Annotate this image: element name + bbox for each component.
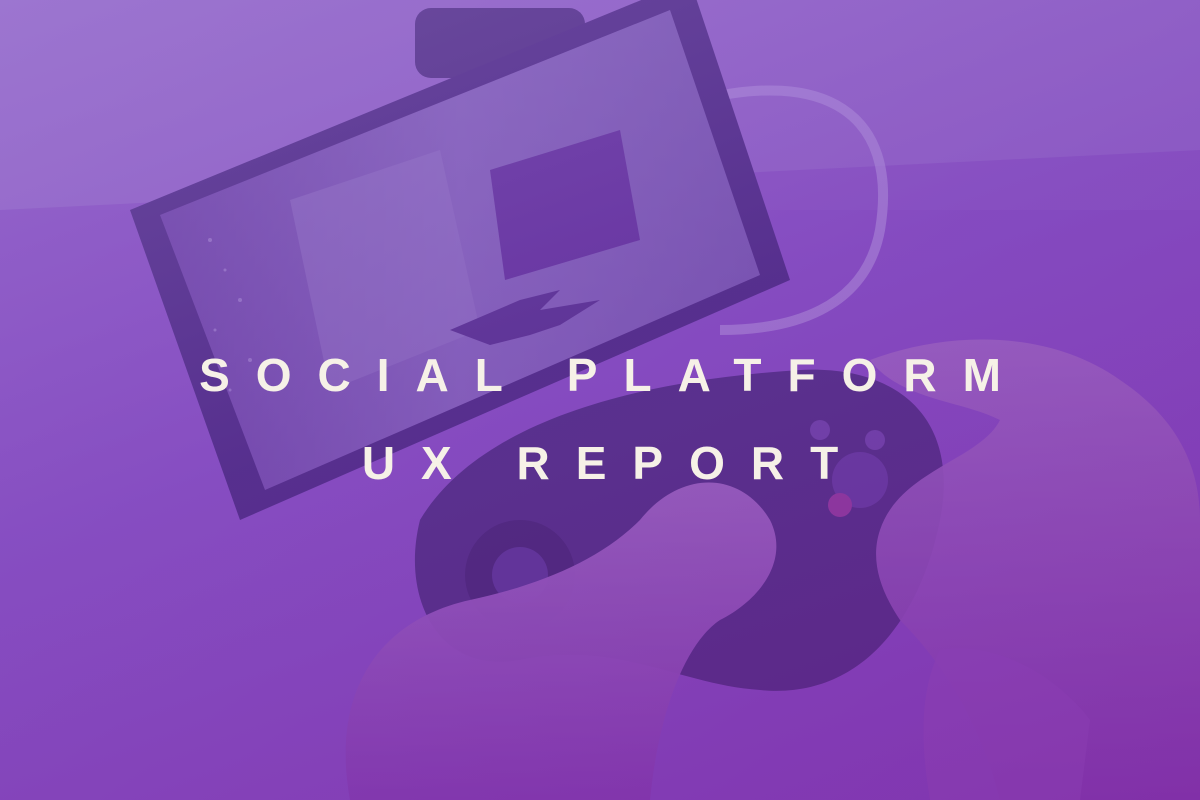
hero-banner: SOCIAL PLATFORM UX REPORT [0, 0, 1200, 800]
title-line-2: UX REPORT [361, 437, 865, 489]
report-title: SOCIAL PLATFORM UX REPORT [0, 352, 1200, 486]
title-line-1: SOCIAL PLATFORM [199, 349, 1027, 401]
